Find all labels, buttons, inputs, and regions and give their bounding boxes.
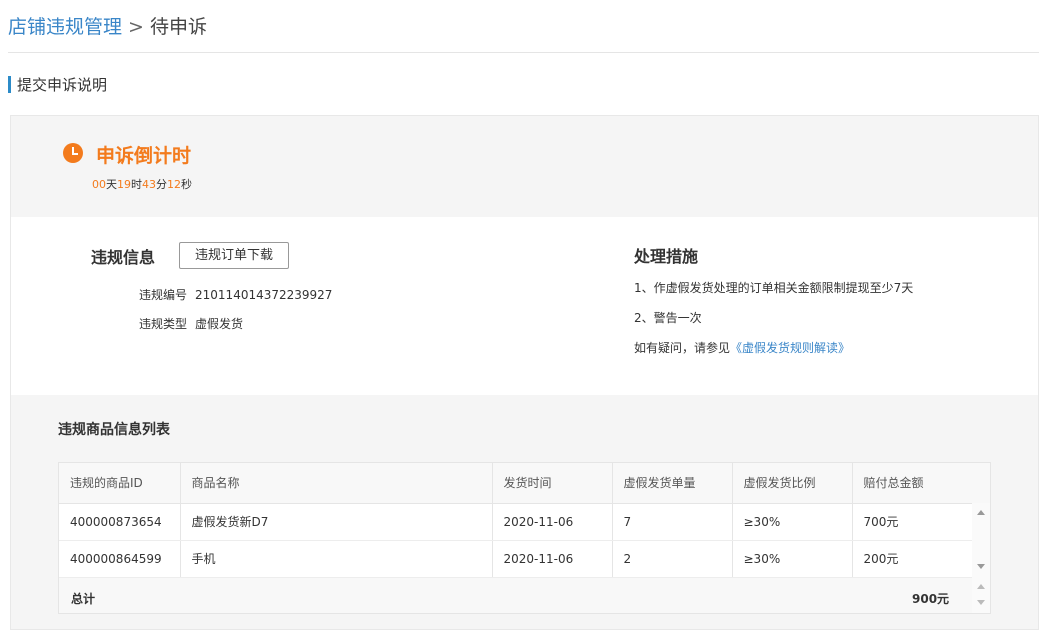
violation-type-value: 虚假发货: [195, 317, 244, 331]
countdown-title: 申诉倒计时: [96, 145, 192, 167]
breadcrumb: 店铺违规管理 > 待申诉: [8, 14, 207, 40]
table-scrollbar[interactable]: [972, 503, 990, 613]
violation-type-label: 违规类型: [139, 317, 188, 331]
section-title: 提交申诉说明: [8, 74, 107, 94]
cell-product-name: 手机: [180, 540, 493, 578]
countdown-minutes: 43: [142, 178, 156, 191]
countdown-days: 00: [92, 178, 106, 191]
column-header-compensation: 赔付总金额: [852, 463, 990, 504]
scroll-up-arrow-icon[interactable]: [977, 510, 985, 515]
countdown-minutes-unit: 分: [156, 178, 167, 191]
scroll-up-arrow-icon[interactable]: [977, 584, 985, 589]
measure-item-1: 1、作虚假发货处理的订单相关金额限制提现至少7天: [634, 281, 914, 295]
measures-help-text: 如有疑问，请参见: [634, 341, 731, 355]
product-list-title: 违规商品信息列表: [58, 422, 170, 438]
download-violation-orders-button[interactable]: 违规订单下载: [179, 242, 289, 269]
table-header-row: 违规的商品ID 商品名称 发货时间 虚假发货单量 虚假发货比例 赔付总金额: [59, 463, 990, 504]
product-table-container: 违规的商品ID 商品名称 发货时间 虚假发货单量 虚假发货比例 赔付总金额 40…: [58, 462, 991, 614]
violation-id-label: 违规编号: [139, 288, 188, 302]
violation-info-box: 违规信息 违规订单下载 违规编号 210114014372239927 违规类型虚…: [11, 217, 1038, 395]
countdown-days-unit: 天: [106, 178, 117, 191]
fake-shipping-rules-link[interactable]: 《虚假发货规则解读》: [730, 341, 850, 355]
breadcrumb-current: 待申诉: [149, 16, 207, 38]
countdown-seconds: 12: [167, 178, 181, 191]
cell-fake-order-count: 7: [612, 503, 733, 541]
column-header-fake-order-count: 虚假发货单量: [612, 463, 733, 504]
breadcrumb-separator: >: [128, 16, 144, 38]
cell-ship-time: 2020-11-06: [492, 540, 613, 578]
table-total-row: 总计 900元: [59, 578, 972, 613]
total-value: 900元: [912, 592, 950, 606]
countdown-seconds-unit: 秒: [181, 178, 192, 191]
scroll-down-arrow-icon[interactable]: [977, 600, 985, 605]
countdown-time: 00天19时43分12秒: [92, 176, 192, 192]
section-title-accent-bar: [8, 75, 11, 93]
violation-type-row: 违规类型 虚假发货: [139, 315, 243, 332]
cell-fake-ratio: ≥30%: [732, 503, 853, 541]
product-table: 违规的商品ID 商品名称 发货时间 虚假发货单量 虚假发货比例 赔付总金额 40…: [59, 463, 990, 578]
table-row: 400000864599 手机 2020-11-06 2 ≥30% 200元: [59, 540, 990, 578]
table-row: 400000873654 虚假发货新D7 2020-11-06 7 ≥30% 7…: [59, 503, 990, 541]
countdown-hours-unit: 时: [131, 178, 142, 191]
header-divider: [8, 52, 1039, 53]
cell-fake-order-count: 2: [612, 540, 733, 578]
appeal-panel: 申诉倒计时 00天19时43分12秒 违规信息 违规订单下载 违规编号 21011…: [10, 115, 1039, 630]
section-title-text: 提交申诉说明: [17, 75, 108, 94]
total-label: 总计: [71, 592, 96, 606]
column-header-product-name: 商品名称: [180, 463, 493, 504]
measure-item-2: 2、警告一次: [634, 311, 702, 325]
column-header-product-id: 违规的商品ID: [59, 463, 181, 504]
cell-fake-ratio: ≥30%: [732, 540, 853, 578]
cell-product-name: 虚假发货新D7: [180, 503, 493, 541]
measures-help: 如有疑问，请参见《虚假发货规则解读》: [634, 339, 850, 356]
column-header-ship-time: 发货时间: [492, 463, 613, 504]
clock-icon: [63, 143, 83, 163]
cell-compensation: 700元: [852, 503, 990, 541]
violation-id-row: 违规编号 210114014372239927: [139, 286, 332, 303]
column-header-fake-ratio: 虚假发货比例: [732, 463, 853, 504]
cell-ship-time: 2020-11-06: [492, 503, 613, 541]
cell-product-id: 400000873654: [59, 503, 181, 541]
cell-product-id: 400000864599: [59, 540, 181, 578]
measures-heading: 处理措施: [634, 247, 699, 266]
scroll-down-arrow-icon[interactable]: [977, 564, 985, 569]
countdown-hours: 19: [117, 178, 131, 191]
cell-compensation: 200元: [852, 540, 990, 578]
violation-id-value: 210114014372239927: [195, 288, 333, 302]
violation-info-heading: 违规信息: [91, 248, 156, 267]
breadcrumb-link-store-violations[interactable]: 店铺违规管理: [8, 16, 122, 38]
